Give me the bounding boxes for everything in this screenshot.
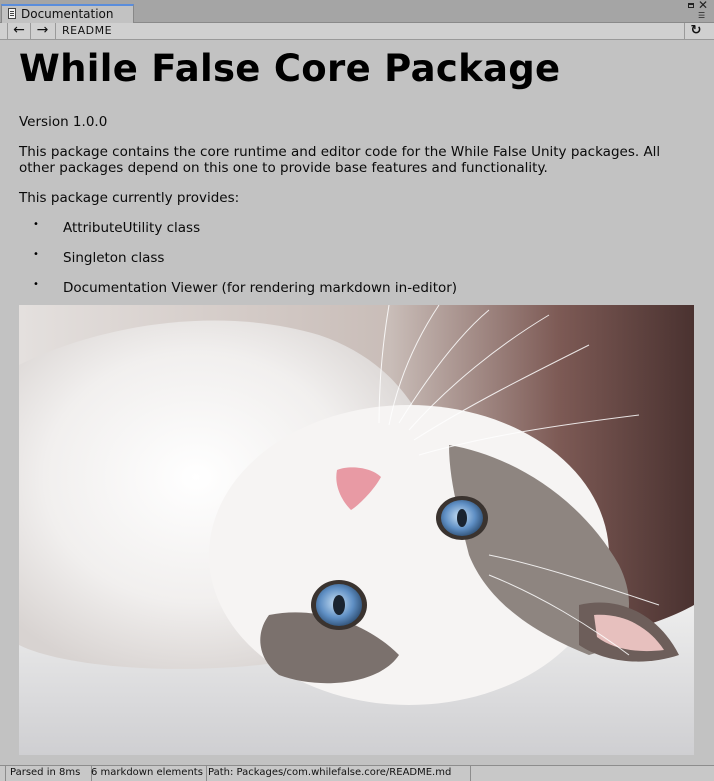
back-button[interactable]: ← bbox=[7, 23, 31, 39]
cat-image bbox=[19, 305, 694, 755]
parse-time-status: Parsed in 8ms bbox=[5, 766, 92, 781]
document-icon bbox=[8, 8, 16, 19]
element-count-status: 6 markdown elements bbox=[87, 766, 207, 781]
close-icon[interactable]: ✕ bbox=[698, 0, 708, 11]
bullet-marker: • bbox=[33, 279, 39, 290]
page-title: While False Core Package bbox=[19, 47, 561, 90]
documentation-tab[interactable]: Documentation bbox=[1, 4, 134, 23]
location-label: README bbox=[62, 24, 113, 37]
refresh-button[interactable]: ↻ bbox=[684, 23, 707, 39]
list-item: Singleton class bbox=[63, 250, 165, 266]
bullet-marker: • bbox=[33, 249, 39, 260]
window-controls: ✕ ☰ bbox=[688, 0, 710, 22]
maximize-icon[interactable] bbox=[688, 3, 694, 8]
provides-intro: This package currently provides: bbox=[19, 190, 240, 206]
bullet-marker: • bbox=[33, 219, 39, 230]
toolbar: ← → README ↻ bbox=[0, 23, 714, 40]
list-item: Documentation Viewer (for rendering mark… bbox=[63, 280, 458, 296]
window-tab-strip: Documentation ✕ ☰ bbox=[0, 0, 714, 23]
tab-title: Documentation bbox=[21, 7, 114, 21]
version-text: Version 1.0.0 bbox=[19, 114, 108, 130]
forward-button[interactable]: → bbox=[30, 23, 56, 39]
list-item: AttributeUtility class bbox=[63, 220, 201, 236]
status-bar: Parsed in 8ms 6 markdown elements Path: … bbox=[0, 765, 714, 781]
path-status: Path: Packages/com.whilefalse.core/READM… bbox=[204, 766, 471, 781]
description-paragraph: This package contains the core runtime a… bbox=[19, 144, 661, 176]
menu-icon[interactable]: ☰ bbox=[698, 12, 705, 20]
